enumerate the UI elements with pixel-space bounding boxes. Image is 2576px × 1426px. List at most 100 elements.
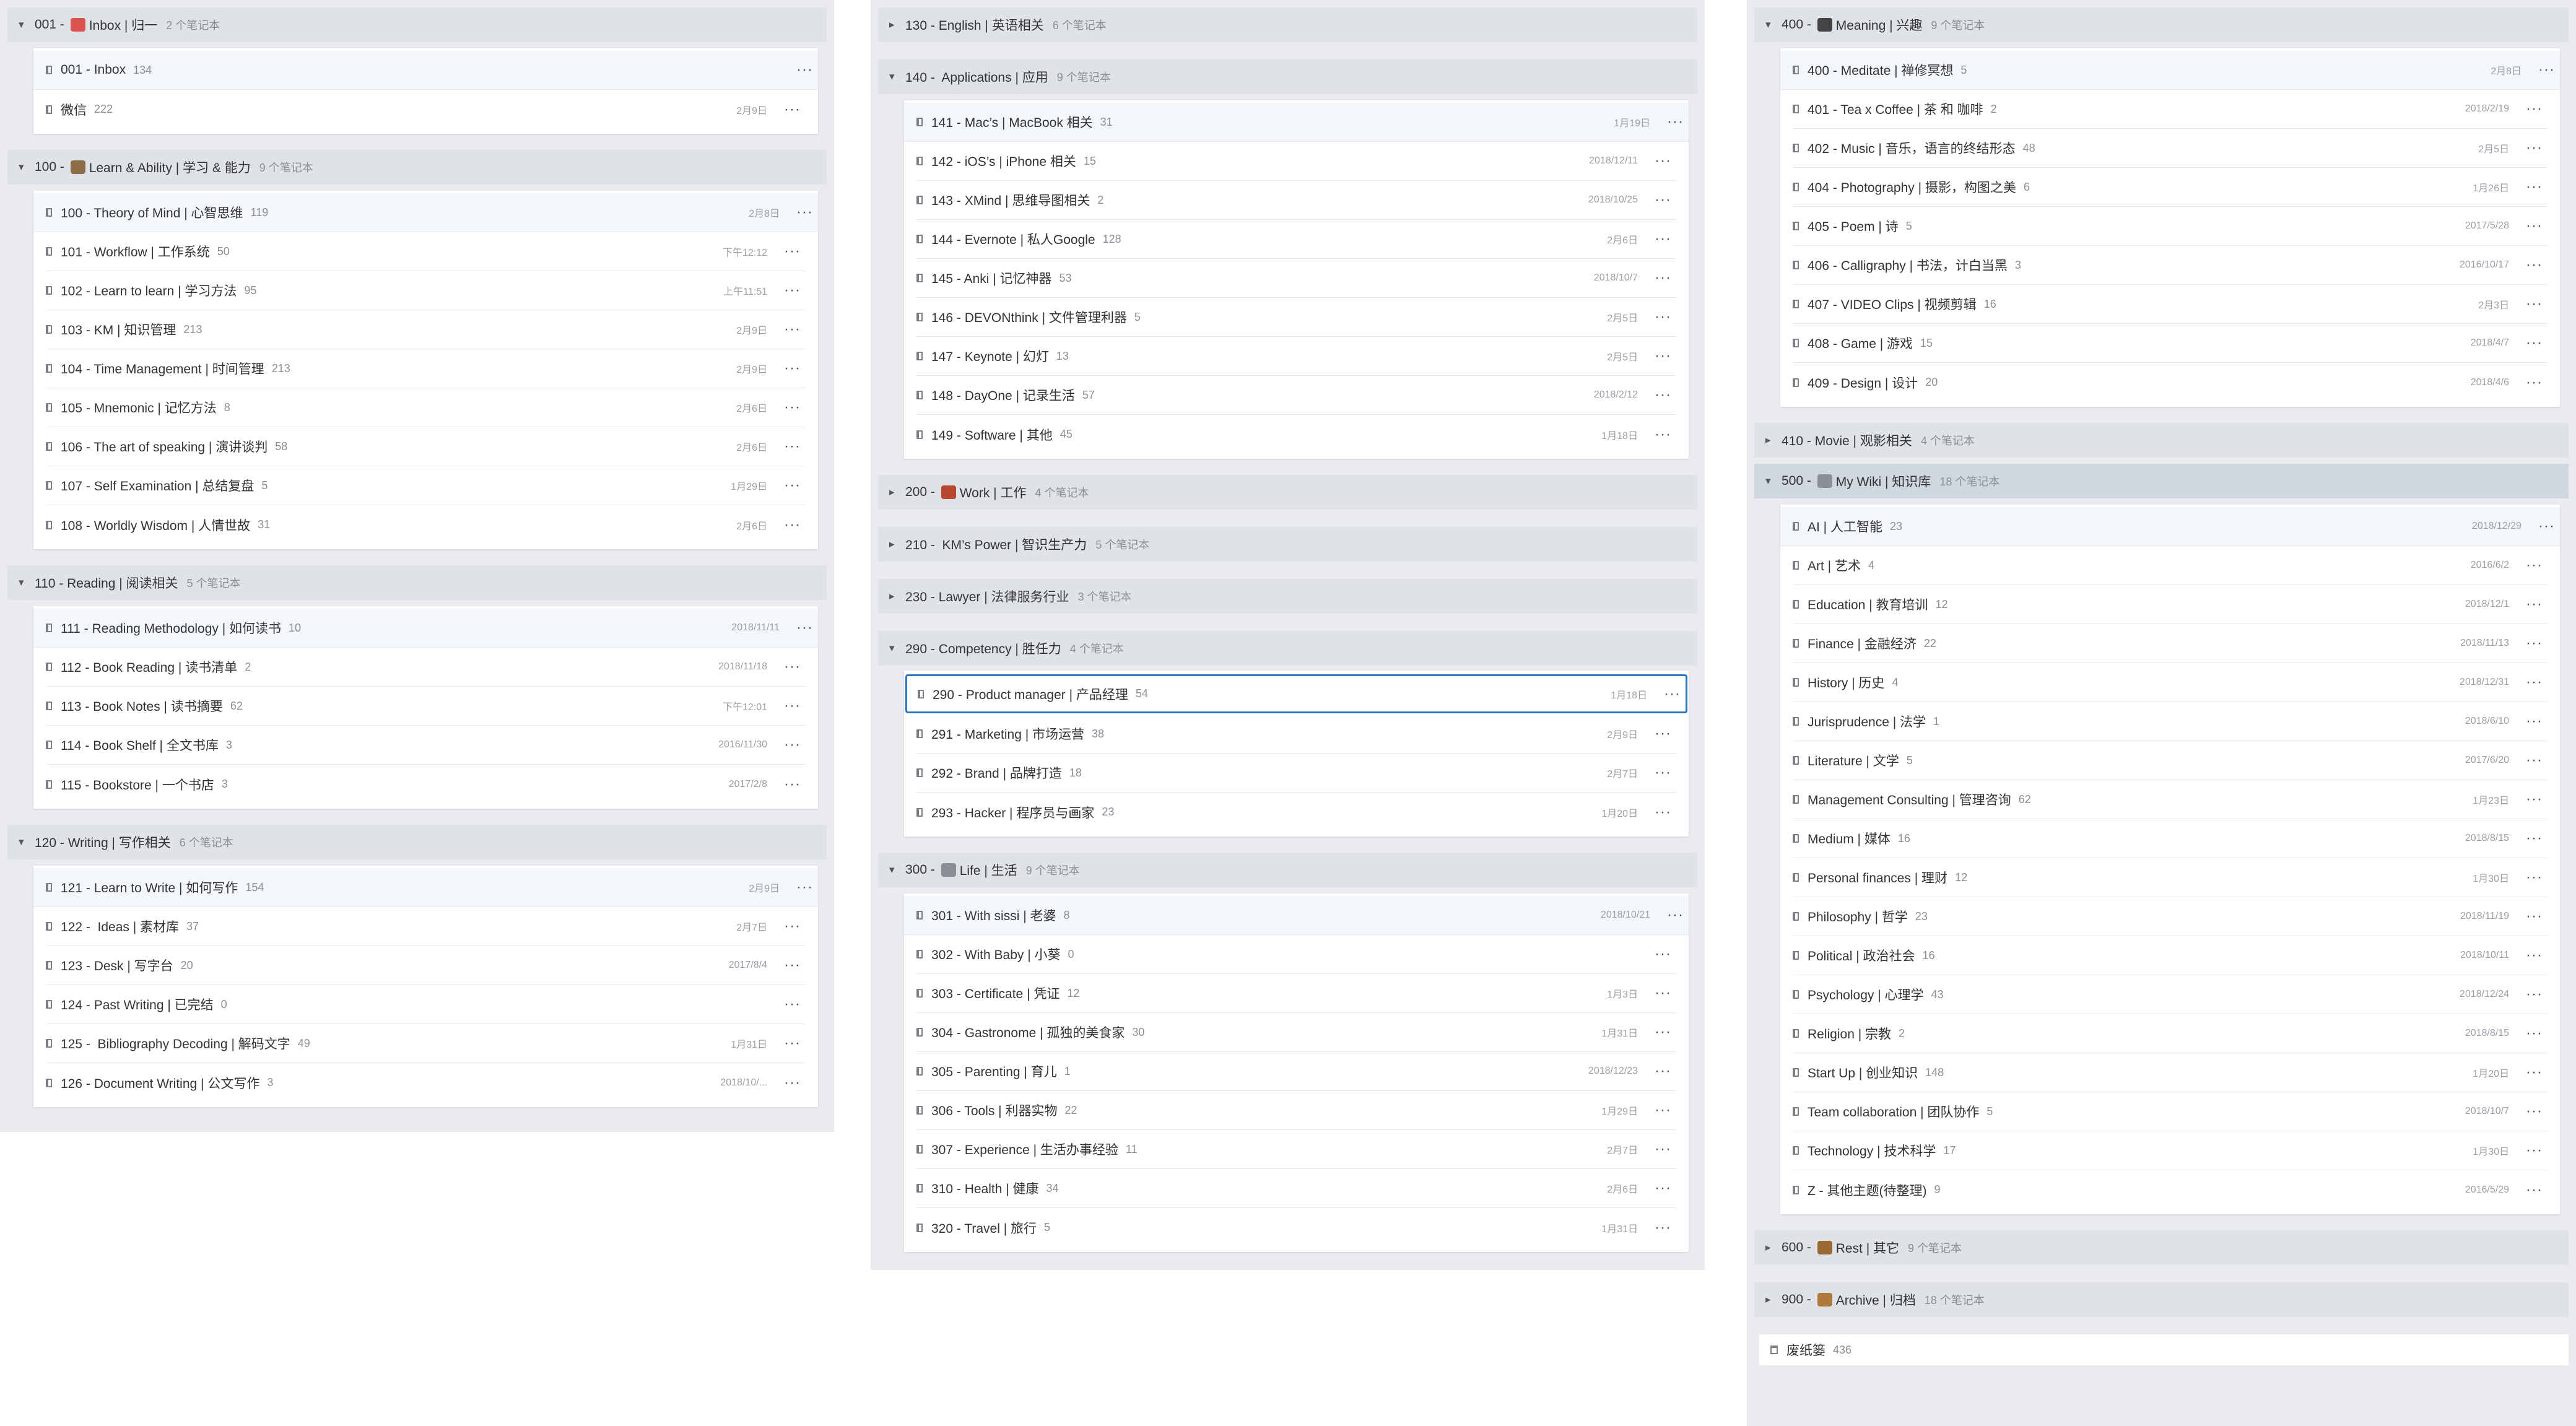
more-options-icon[interactable]: ··· (1655, 1219, 1671, 1237)
notebook-row[interactable]: 148 - DayOne | 记录生活 57 2018/2/12 ··· (916, 376, 1676, 415)
more-options-icon[interactable]: ··· (2526, 100, 2543, 118)
more-options-icon[interactable]: ··· (1655, 230, 1671, 248)
more-options-icon[interactable]: ··· (784, 438, 801, 455)
more-options-icon[interactable]: ··· (2526, 178, 2543, 196)
notebook-row[interactable]: 145 - Anki | 记忆神器 53 2018/10/7 ··· (916, 259, 1676, 298)
notebook-row[interactable]: 304 - Gastronome | 孤独的美食家 30 1月31日 ··· (916, 1013, 1676, 1052)
chevron-right-icon[interactable]: ▸ (1765, 1293, 1782, 1306)
more-options-icon[interactable]: ··· (2526, 596, 2543, 613)
more-options-icon[interactable]: ··· (1655, 946, 1671, 963)
notebook-row[interactable]: 404 - Photography | 摄影，构图之美 6 1月26日 ··· (1793, 168, 2548, 207)
notebook-row[interactable]: 408 - Game | 游戏 15 2018/4/7 ··· (1793, 324, 2548, 363)
notebook-row[interactable]: 407 - VIDEO Clips | 视频剪辑 16 2月3日 ··· (1793, 285, 2548, 324)
more-options-icon[interactable]: ··· (2526, 334, 2543, 352)
stack-header[interactable]: ▾ 500 - My Wiki | 知识库 18 个笔记本 (1754, 464, 2569, 498)
notebook-row[interactable]: Finance | 金融经济 22 2018/11/13 ··· (1793, 624, 2548, 663)
more-options-icon[interactable]: ··· (2526, 217, 2543, 235)
more-options-icon[interactable]: ··· (2526, 830, 2543, 847)
notebook-row[interactable]: 112 - Book Reading | 读书清单 2 2018/11/18 ··· (46, 648, 806, 687)
notebook-row[interactable]: 143 - XMind | 思维导图相关 2 2018/10/25 ··· (916, 181, 1676, 220)
notebook-row[interactable]: 303 - Certificate | 凭证 12 1月3日 ··· (916, 974, 1676, 1013)
chevron-down-icon[interactable]: ▾ (19, 19, 35, 31)
more-options-icon[interactable]: ··· (784, 477, 801, 494)
notebook-row[interactable]: 401 - Tea x Coffee | 茶 和 咖啡 2 2018/2/19 ··· (1793, 90, 2548, 129)
notebook-row[interactable]: 125 - Bibliography Decoding | 解码文字 49 1月31… (46, 1024, 806, 1063)
notebook-row[interactable]: 146 - DEVONthink | 文件管理利器 5 2月5日 ··· (916, 298, 1676, 337)
notebook-row[interactable]: 106 - The art of speaking | 演讲谈判 58 2月6日 ··… (46, 427, 806, 466)
notebook-row[interactable]: Philosophy | 哲学 23 2018/11/19 ··· (1793, 897, 2548, 936)
more-options-icon[interactable]: ··· (2526, 713, 2543, 730)
more-options-icon[interactable]: ··· (784, 1074, 801, 1092)
notebook-row[interactable]: 113 - Book Notes | 读书摘要 62 下午12:01 ··· (46, 687, 806, 726)
notebook-row[interactable]: 101 - Workflow | 工作系统 50 下午12:12 ··· (46, 232, 806, 271)
stack-header[interactable]: ▾ 120 - Writing | 写作相关 6 个笔记本 (7, 825, 827, 859)
more-options-icon[interactable]: ··· (2526, 947, 2543, 964)
more-options-icon[interactable]: ··· (784, 360, 801, 377)
more-options-icon[interactable]: ··· (784, 243, 801, 260)
more-options-icon[interactable]: ··· (1655, 804, 1671, 821)
stack-header[interactable]: ▾ 290 - Competency | 胜任力 4 个笔记本 (878, 631, 1697, 666)
notebook-row[interactable]: 320 - Travel | 旅行 5 1月31日 ··· (916, 1208, 1676, 1247)
more-options-icon[interactable]: ··· (1655, 269, 1671, 287)
chevron-right-icon[interactable]: ▸ (1765, 1241, 1782, 1254)
more-options-icon[interactable]: ··· (784, 996, 801, 1013)
stack-header[interactable]: ▸ 600 - Rest | 其它 9 个笔记本 (1754, 1230, 2569, 1265)
chevron-right-icon[interactable]: ▸ (889, 538, 905, 550)
more-options-icon[interactable]: ··· (2526, 986, 2543, 1003)
more-options-icon[interactable]: ··· (2538, 518, 2555, 535)
more-options-icon[interactable]: ··· (784, 101, 801, 118)
notebook-row[interactable]: 310 - Health | 健康 34 2月6日 ··· (916, 1169, 1676, 1208)
notebook-row[interactable]: 141 - Mac’s | MacBook 相关 31 1月19日 ··· (904, 103, 1689, 142)
more-options-icon[interactable]: ··· (2526, 752, 2543, 769)
chevron-down-icon[interactable]: ▾ (1765, 475, 1782, 487)
chevron-down-icon[interactable]: ▾ (889, 864, 905, 876)
more-options-icon[interactable]: ··· (1655, 1102, 1671, 1119)
notebook-row[interactable]: 108 - Worldly Wisdom | 人情世故 31 2月6日 ··· (46, 505, 806, 544)
more-options-icon[interactable]: ··· (1655, 1024, 1671, 1041)
stack-header[interactable]: ▾ 100 - Learn & Ability | 学习 & 能力 9 个笔记本 (7, 150, 827, 185)
chevron-right-icon[interactable]: ▸ (889, 486, 905, 498)
chevron-right-icon[interactable]: ▸ (889, 590, 905, 602)
notebook-row[interactable]: 124 - Past Writing | 已完结 0 ··· (46, 985, 806, 1024)
stack-header[interactable]: ▾ 400 - Meaning | 兴趣 9 个笔记本 (1754, 7, 2569, 42)
notebook-row[interactable]: 微信 222 2月9日 ··· (46, 90, 806, 129)
more-options-icon[interactable]: ··· (1655, 386, 1671, 404)
notebook-row[interactable]: Political | 政治社会 16 2018/10/11 ··· (1793, 936, 2548, 975)
notebook-row[interactable]: Personal finances | 理财 12 1月30日 ··· (1793, 858, 2548, 897)
more-options-icon[interactable]: ··· (1655, 191, 1671, 209)
notebook-row[interactable]: History | 历史 4 2018/12/31 ··· (1793, 663, 2548, 702)
more-options-icon[interactable]: ··· (1655, 985, 1671, 1002)
stack-header[interactable]: ▾ 140 - Applications | 应用 9 个笔记本 (878, 59, 1697, 94)
notebook-row[interactable]: Jurisprudence | 法学 1 2018/6/10 ··· (1793, 702, 2548, 741)
more-options-icon[interactable]: ··· (1655, 725, 1671, 742)
stack-header[interactable]: ▾ 001 - Inbox | 归一 2 个笔记本 (7, 7, 827, 42)
more-options-icon[interactable]: ··· (784, 658, 801, 676)
notebook-row[interactable]: 291 - Marketing | 市场运营 38 2月9日 ··· (916, 715, 1676, 754)
notebook-row[interactable]: 102 - Learn to learn | 学习方法 95 上午11:51 ··· (46, 271, 806, 310)
stack-header[interactable]: ▸ 130 - English | 英语相关 6 个笔记本 (878, 7, 1697, 42)
more-options-icon[interactable]: ··· (2526, 1025, 2543, 1042)
more-options-icon[interactable]: ··· (2526, 635, 2543, 652)
notebook-row[interactable]: 405 - Poem | 诗 5 2017/5/28 ··· (1793, 207, 2548, 246)
notebook-row[interactable]: 400 - Meditate | 禅修冥想 5 2月8日 ··· (1780, 51, 2560, 90)
stack-header[interactable]: ▸ 210 - KM’s Power | 智识生产力 5 个笔记本 (878, 527, 1697, 562)
more-options-icon[interactable]: ··· (2526, 1181, 2543, 1199)
notebook-row[interactable]: 402 - Music | 音乐，语言的终结形态 48 2月5日 ··· (1793, 129, 2548, 168)
notebook-row[interactable]: Psychology | 心理学 43 2018/12/24 ··· (1793, 975, 2548, 1014)
notebook-row[interactable]: 307 - Experience | 生活办事经验 11 2月7日 ··· (916, 1130, 1676, 1169)
more-options-icon[interactable]: ··· (2526, 139, 2543, 157)
chevron-down-icon[interactable]: ▾ (19, 161, 35, 173)
notebook-row[interactable]: 306 - Tools | 利器实物 22 1月29日 ··· (916, 1091, 1676, 1130)
more-options-icon[interactable]: ··· (784, 736, 801, 754)
stack-header[interactable]: ▾ 300 - Life | 生活 9 个笔记本 (878, 853, 1697, 887)
notebook-row[interactable]: 292 - Brand | 品牌打造 18 2月7日 ··· (916, 754, 1676, 793)
stack-header[interactable]: ▾ 110 - Reading | 阅读相关 5 个笔记本 (7, 565, 827, 600)
notebook-row[interactable]: Education | 教育培训 12 2018/12/1 ··· (1793, 585, 2548, 624)
more-options-icon[interactable]: ··· (1667, 113, 1684, 131)
more-options-icon[interactable]: ··· (1655, 308, 1671, 326)
notebook-row[interactable]: AI | 人工智能 23 2018/12/29 ··· (1780, 507, 2560, 546)
more-options-icon[interactable]: ··· (1655, 426, 1671, 443)
more-options-icon[interactable]: ··· (796, 619, 813, 637)
more-options-icon[interactable]: ··· (796, 204, 813, 221)
more-options-icon[interactable]: ··· (1655, 1141, 1671, 1158)
